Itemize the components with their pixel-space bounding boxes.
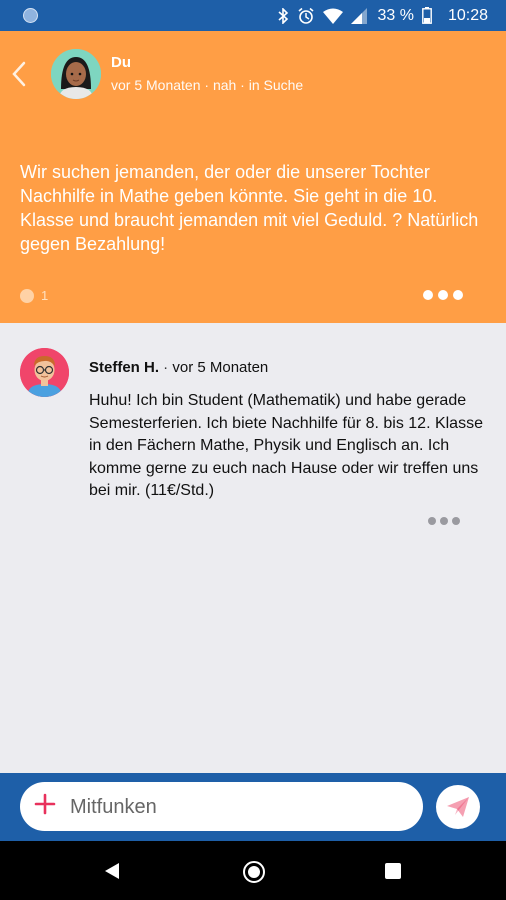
reply-author[interactable]: Steffen H.: [89, 359, 159, 376]
reply-author-line: Steffen H. · vor 5 Monaten: [89, 359, 268, 376]
comment-composer: [0, 773, 506, 841]
reply-separator: ·: [159, 359, 173, 376]
battery-percent: 33 %: [377, 6, 414, 24]
reply-item: Steffen H. · vor 5 Monaten Huhu! Ich bin…: [0, 323, 506, 773]
reply-text: Huhu! Ich bin Student (Mathematik) und h…: [89, 392, 483, 499]
system-nav-bar: [0, 841, 506, 900]
battery-icon: [422, 7, 432, 24]
status-icons: 33 % 10:28: [277, 0, 488, 31]
reply-more-button[interactable]: [428, 517, 460, 525]
more-dot-icon: [438, 290, 448, 300]
nav-back-icon[interactable]: [104, 862, 120, 880]
more-dot-icon: [453, 290, 463, 300]
more-dot-icon: [452, 517, 460, 525]
status-bar: 33 % 10:28: [0, 0, 506, 31]
status-time: 10:28: [447, 6, 488, 24]
nav-recent-apps-icon[interactable]: [385, 863, 401, 879]
avatar[interactable]: [51, 49, 101, 99]
plus-icon[interactable]: [34, 793, 56, 815]
reply-avatar[interactable]: [20, 348, 69, 397]
comment-input[interactable]: [68, 782, 412, 833]
send-icon: [447, 797, 469, 817]
more-dot-icon: [423, 290, 433, 300]
post-more-button[interactable]: [423, 290, 463, 300]
wifi-icon: [323, 8, 344, 24]
reply-time: vor 5 Monaten: [172, 359, 269, 376]
comment-bubble-icon: [20, 288, 34, 303]
notification-dot-icon: [23, 8, 38, 23]
bluetooth-icon: [278, 7, 289, 24]
alarm-icon: [298, 7, 314, 24]
comment-count[interactable]: 1: [20, 288, 48, 303]
post-card: Wir suchen jemanden, der oder die unsere…: [0, 122, 506, 323]
post-text: Wir suchen jemanden, der oder die unsere…: [20, 162, 479, 254]
nav-home-icon[interactable]: [243, 861, 265, 883]
more-dot-icon: [428, 517, 436, 525]
comment-input-container: [20, 782, 423, 833]
more-dot-icon: [440, 517, 448, 525]
man-avatar-icon: [20, 348, 69, 397]
signal-icon: [351, 7, 368, 24]
back-icon[interactable]: [9, 59, 29, 89]
comment-count-value: 1: [41, 288, 49, 303]
send-button[interactable]: [436, 785, 480, 829]
woman-avatar-icon: [51, 49, 101, 99]
